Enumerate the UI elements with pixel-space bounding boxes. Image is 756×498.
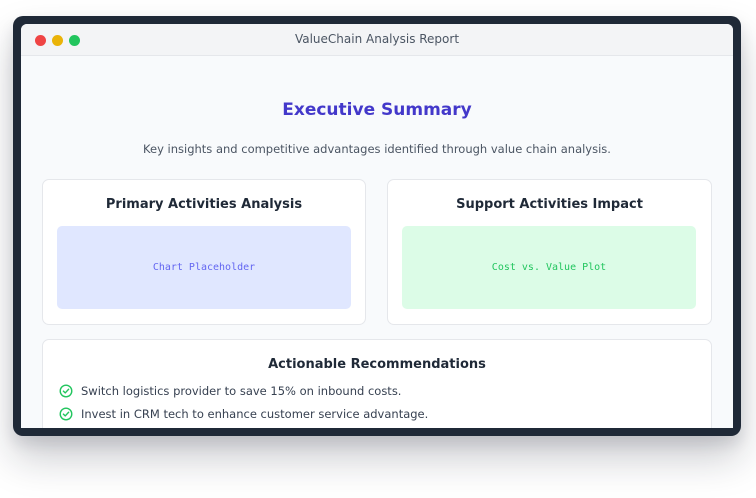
stage: ValueChain Analysis Report Executive Sum… [0, 0, 756, 498]
page-subtitle: Key insights and competitive advantages … [143, 142, 611, 156]
app-window: ValueChain Analysis Report Executive Sum… [13, 16, 741, 436]
support-activities-title: Support Activities Impact [456, 197, 643, 212]
recommendation-item: Invest in CRM tech to enhance customer s… [59, 406, 428, 422]
recommendation-text: Invest in CRM tech to enhance customer s… [81, 407, 429, 421]
plot-placeholder: Cost vs. Value Plot [402, 226, 696, 309]
recommendation-text: Switch logistics provider to save 15% on… [81, 384, 402, 398]
primary-activities-title: Primary Activities Analysis [105, 197, 303, 212]
recommendation-item: Switch logistics provider to save 15% on… [59, 383, 401, 399]
page-title: Executive Summary [282, 100, 472, 120]
check-circle-icon [59, 384, 73, 398]
recommendations-title: Actionable Recommendations [268, 357, 486, 372]
recommendations-card: Actionable Recommendations Switch logist… [42, 339, 712, 428]
support-activities-card: Support Activities Impact Cost vs. Value… [387, 179, 712, 325]
window-title: ValueChain Analysis Report [294, 32, 460, 46]
chart-placeholder: Chart Placeholder [57, 226, 351, 309]
window-body: ValueChain Analysis Report Executive Sum… [21, 24, 733, 428]
report-content: Executive Summary Key insights and compe… [21, 56, 733, 428]
title-bar: ValueChain Analysis Report [21, 24, 733, 56]
check-circle-icon [59, 407, 73, 421]
primary-activities-card: Primary Activities Analysis Chart Placeh… [42, 179, 366, 325]
